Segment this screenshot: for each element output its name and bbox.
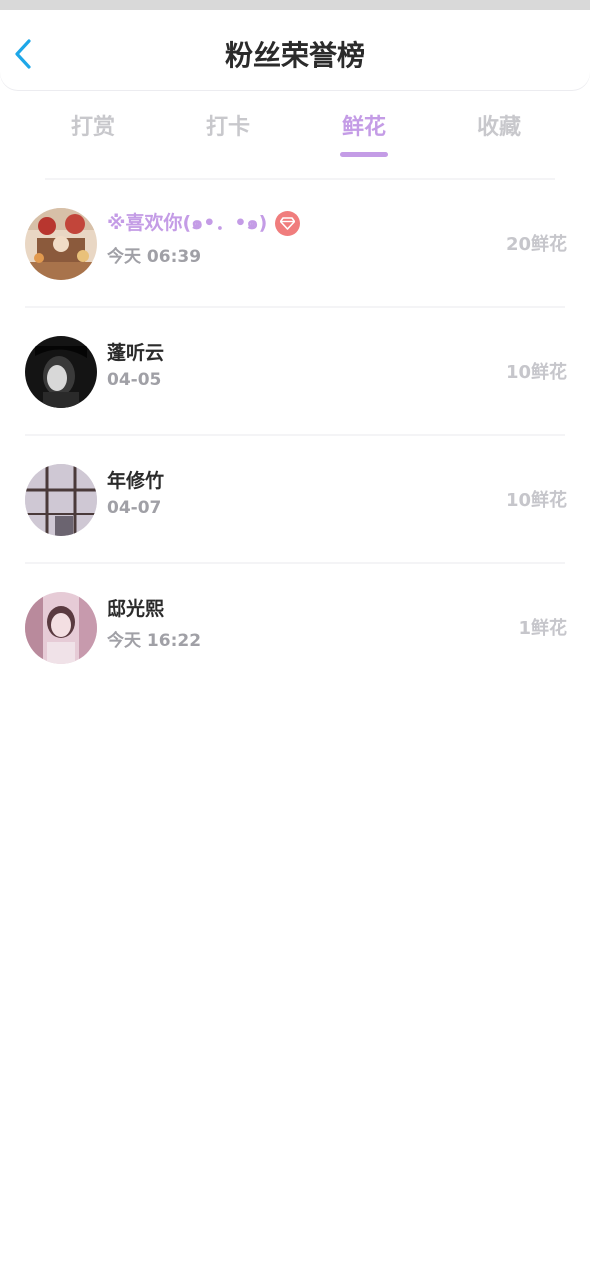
fan-name[interactable]: 邸光熙 — [107, 594, 164, 621]
avatar[interactable] — [25, 464, 97, 536]
tab-reward[interactable]: 打赏 — [33, 100, 153, 160]
fan-list-item[interactable]: 年修竹 04-07 10鲜花 — [0, 436, 590, 564]
fan-time: 今天 16:22 — [107, 631, 202, 651]
chevron-left-icon — [15, 39, 31, 69]
fan-list-item[interactable]: ※喜欢你(๑•．•๑) 今天 06:39 20鲜花 — [0, 180, 590, 308]
fan-name[interactable]: 蓬听云 — [107, 338, 164, 365]
fan-list-item[interactable]: 蓬听云 04-05 10鲜花 — [0, 308, 590, 436]
status-bar-strip — [0, 0, 590, 10]
avatar[interactable] — [25, 336, 97, 408]
fan-time: 04-05 — [107, 370, 162, 390]
fan-time: 今天 06:39 — [107, 247, 202, 267]
flower-count: 10鲜花 — [505, 362, 567, 383]
active-tab-indicator — [340, 152, 388, 157]
name-line: 年修竹 — [107, 464, 164, 494]
fan-name[interactable]: ※喜欢你(๑•．•๑) — [107, 208, 267, 238]
tab-bar: 打赏 打卡 鲜花 收藏 — [0, 100, 590, 170]
tab-favorites[interactable]: 收藏 — [439, 100, 559, 160]
avatar[interactable] — [25, 592, 97, 664]
fan-list-item[interactable]: 邸光熙 今天 16:22 1鲜花 — [0, 564, 590, 692]
name-line: 蓬听云 — [107, 336, 164, 366]
diamond-badge-icon — [275, 210, 301, 236]
flower-count: 20鲜花 — [505, 234, 567, 255]
page-title: 粉丝荣誉榜 — [224, 39, 365, 72]
avatar[interactable] — [25, 208, 97, 280]
back-button[interactable] — [8, 34, 38, 74]
flower-count: 10鲜花 — [505, 490, 567, 511]
name-line: 邸光熙 — [107, 592, 164, 622]
name-line: ※喜欢你(๑•．•๑) — [107, 208, 301, 238]
fan-name[interactable]: 年修竹 — [107, 466, 164, 493]
tab-check-in[interactable]: 打卡 — [168, 100, 288, 160]
fan-time: 04-07 — [107, 498, 162, 518]
tab-flowers[interactable]: 鲜花 — [304, 100, 424, 160]
flower-count: 1鲜花 — [518, 618, 567, 639]
top-navigation-bar: 粉丝荣誉榜 — [0, 10, 590, 90]
